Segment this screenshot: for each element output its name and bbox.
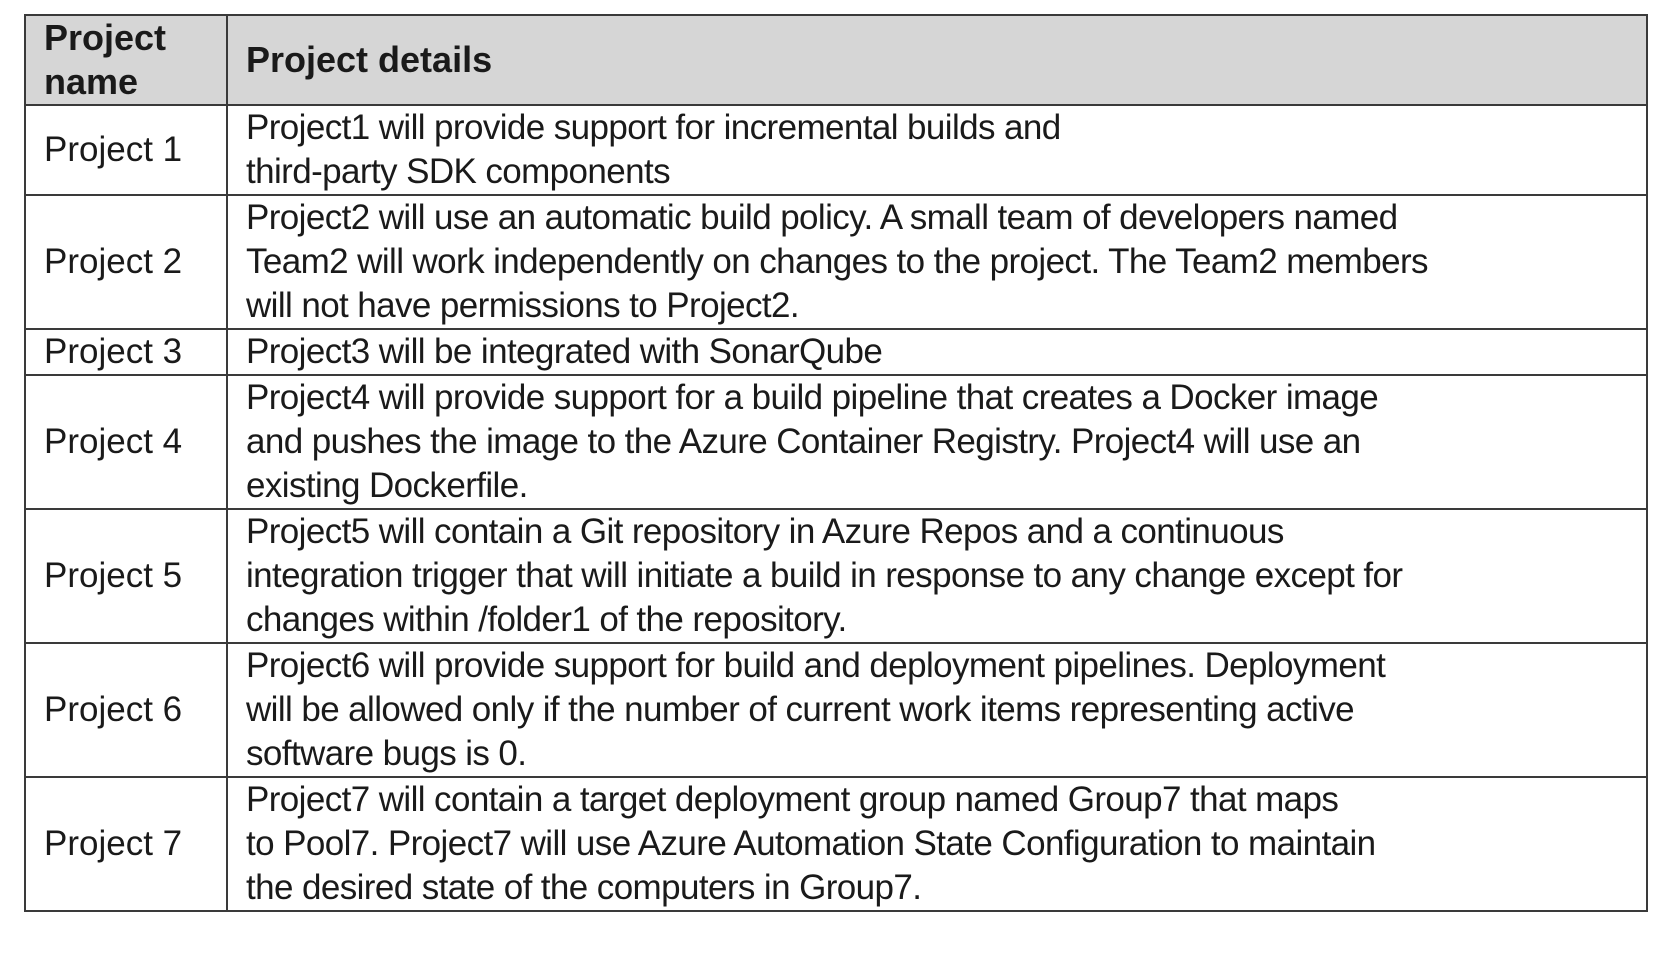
project-details-cell: Project6 will provide support for build … (226, 642, 1648, 778)
project-details-cell: Project5 will contain a Git repository i… (226, 508, 1648, 644)
table-header-row: Project name Project details (24, 14, 1648, 106)
project-name-cell: Project 7 (24, 776, 228, 912)
table-row: Project 2 Project2 will use an automatic… (24, 194, 1648, 330)
project-table: Project name Project details Project 1 P… (24, 14, 1648, 912)
details-line: software bugs is 0. (246, 734, 527, 773)
details-line: Team2 will work independently on changes… (246, 242, 1429, 281)
project-details-cell: Project4 will provide support for a buil… (226, 374, 1648, 510)
details-line: Project2 will use an automatic build pol… (246, 198, 1398, 237)
project-details-cell: Project3 will be integrated with SonarQu… (226, 328, 1648, 376)
table-row: Project 4 Project4 will provide support … (24, 374, 1648, 510)
table-row: Project 5 Project5 will contain a Git re… (24, 508, 1648, 644)
details-line: and pushes the image to the Azure Contai… (246, 422, 1361, 461)
table-row: Project 7 Project7 will contain a target… (24, 776, 1648, 912)
table-row: Project 1 Project1 will provide support … (24, 104, 1648, 196)
project-details-cell: Project2 will use an automatic build pol… (226, 194, 1648, 330)
column-header-project-name-text: Project name (44, 17, 167, 102)
details-line: to Pool7. Project7 will use Azure Automa… (246, 824, 1376, 863)
details-line: Project5 will contain a Git repository i… (246, 512, 1284, 551)
project-name-cell: Project 1 (24, 104, 228, 196)
details-line: Project6 will provide support for build … (246, 646, 1386, 685)
project-name-cell: Project 6 (24, 642, 228, 778)
details-line: integration trigger that will initiate a… (246, 556, 1403, 595)
details-line: third-party SDK components (246, 152, 671, 191)
column-header-project-name: Project name (24, 14, 228, 106)
details-line: will be allowed only if the number of cu… (246, 690, 1355, 729)
details-line: Project7 will contain a target deploymen… (246, 780, 1339, 819)
project-name-cell: Project 2 (24, 194, 228, 330)
project-name-cell: Project 3 (24, 328, 228, 376)
details-line: will not have permissions to Project2. (246, 286, 800, 325)
project-details-cell: Project1 will provide support for increm… (226, 104, 1648, 196)
details-line: Project4 will provide support for a buil… (246, 378, 1379, 417)
details-line: existing Dockerfile. (246, 466, 528, 505)
details-line: Project3 will be integrated with SonarQu… (246, 332, 883, 371)
details-line: changes within /folder1 of the repositor… (246, 600, 847, 639)
project-name-cell: Project 5 (24, 508, 228, 644)
project-name-cell: Project 4 (24, 374, 228, 510)
details-line: Project1 will provide support for increm… (246, 108, 1061, 147)
project-details-cell: Project7 will contain a target deploymen… (226, 776, 1648, 912)
details-line: the desired state of the computers in Gr… (246, 868, 922, 907)
table-row: Project 3 Project3 will be integrated wi… (24, 328, 1648, 376)
column-header-project-details: Project details (226, 14, 1648, 106)
table-row: Project 6 Project6 will provide support … (24, 642, 1648, 778)
